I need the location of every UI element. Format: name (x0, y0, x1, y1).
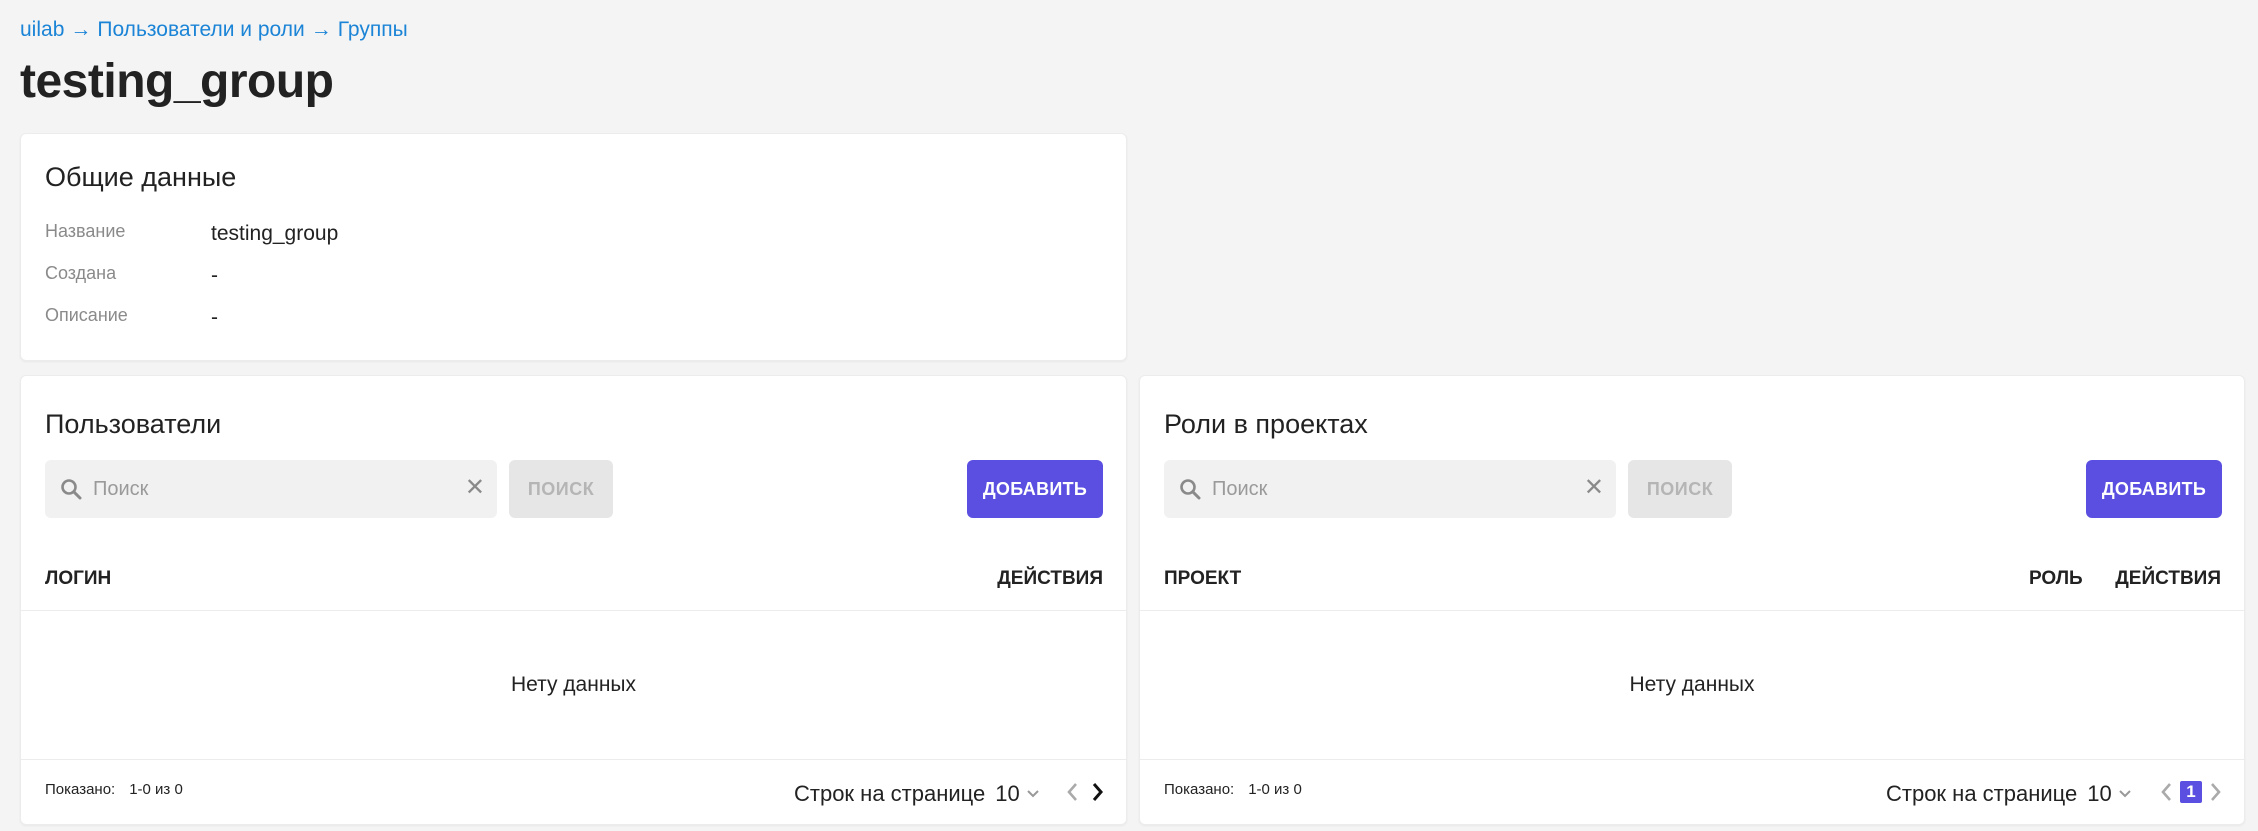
users-shown-count: Показано: 1-0 из 0 (45, 781, 183, 798)
field-label-created: Создана (45, 263, 117, 283)
table-header-divider (21, 610, 1126, 611)
column-header-role[interactable]: РОЛЬ (2029, 568, 2083, 590)
users-add-button[interactable]: ДОБАВИТЬ (967, 460, 1103, 518)
shown-label: Показано: (45, 781, 116, 798)
breadcrumb-item-groups[interactable]: Группы (338, 18, 408, 41)
field-value-description: - (211, 306, 218, 329)
rows-per-page-select[interactable]: 10 (995, 781, 1019, 806)
breadcrumb-separator: → (70, 18, 92, 41)
rows-per-page-label: Строк на странице (1886, 781, 2078, 806)
close-icon[interactable]: ✕ (465, 474, 485, 502)
roles-add-button[interactable]: ДОБАВИТЬ (2086, 460, 2222, 518)
chevron-down-icon[interactable] (1026, 789, 1040, 799)
rows-per-page-select[interactable]: 10 (2087, 781, 2111, 806)
column-header-project[interactable]: ПРОЕКТ (1164, 568, 1241, 590)
close-icon[interactable]: ✕ (1584, 474, 1604, 502)
field-label-name: Название (45, 221, 126, 241)
field-value-name: testing_group (211, 222, 339, 245)
roles-search-button[interactable]: ПОИСК (1628, 460, 1732, 518)
field-value-created: - (211, 264, 218, 287)
roles-card: Роли в проектах Поиск ✕ ПОИСК ДОБАВИТЬ П… (1139, 375, 2245, 825)
users-rows-per-page: Строк на странице 10 (794, 781, 1040, 807)
breadcrumb-separator: → (310, 18, 332, 41)
chevron-left-icon[interactable] (2158, 781, 2176, 803)
search-icon (1180, 479, 1201, 500)
chevron-down-icon[interactable] (2118, 789, 2132, 799)
users-empty-state: Нету данных (510, 673, 637, 696)
users-search-button[interactable]: ПОИСК (509, 460, 613, 518)
table-footer-divider (21, 759, 1126, 760)
roles-empty-state: Нету данных (1629, 673, 1755, 696)
chevron-right-icon[interactable] (1088, 781, 1106, 803)
rows-per-page-label: Строк на странице (794, 781, 986, 806)
general-card-title: Общие данные (45, 162, 237, 192)
table-header-divider (1140, 610, 2244, 611)
users-search-placeholder: Поиск (93, 478, 149, 500)
shown-value: 1-0 из 0 (1248, 781, 1302, 798)
breadcrumb: uilab → Пользователи и роли → Группы (20, 18, 408, 42)
roles-search-placeholder: Поиск (1212, 478, 1268, 500)
users-search-input[interactable]: Поиск ✕ (45, 460, 497, 518)
page-title: testing_group (20, 55, 334, 108)
chevron-right-icon[interactable] (2206, 781, 2224, 803)
roles-shown-count: Показано: 1-0 из 0 (1164, 781, 1302, 798)
search-icon (61, 479, 82, 500)
roles-rows-per-page: Строк на странице 10 (1886, 781, 2132, 807)
breadcrumb-item-uilab[interactable]: uilab (20, 18, 64, 41)
users-card: Пользователи Поиск ✕ ПОИСК ДОБАВИТЬ ЛОГИ… (20, 375, 1127, 825)
roles-search-input[interactable]: Поиск ✕ (1164, 460, 1616, 518)
field-label-description: Описание (45, 305, 128, 325)
roles-card-title: Роли в проектах (1164, 409, 1368, 439)
table-footer-divider (1140, 759, 2244, 760)
general-card: Общие данные Название testing_group Созд… (20, 133, 1127, 361)
pagination-page-current[interactable]: 1 (2180, 781, 2202, 803)
column-header-actions: ДЕЙСТВИЯ (997, 568, 1103, 589)
shown-value: 1-0 из 0 (129, 781, 183, 798)
column-header-actions: ДЕЙСТВИЯ (2115, 568, 2221, 589)
breadcrumb-item-users-roles[interactable]: Пользователи и роли (97, 18, 304, 41)
users-card-title: Пользователи (45, 409, 222, 439)
column-header-login[interactable]: ЛОГИН (45, 568, 111, 590)
chevron-left-icon[interactable] (1064, 781, 1082, 803)
shown-label: Показано: (1164, 781, 1235, 798)
